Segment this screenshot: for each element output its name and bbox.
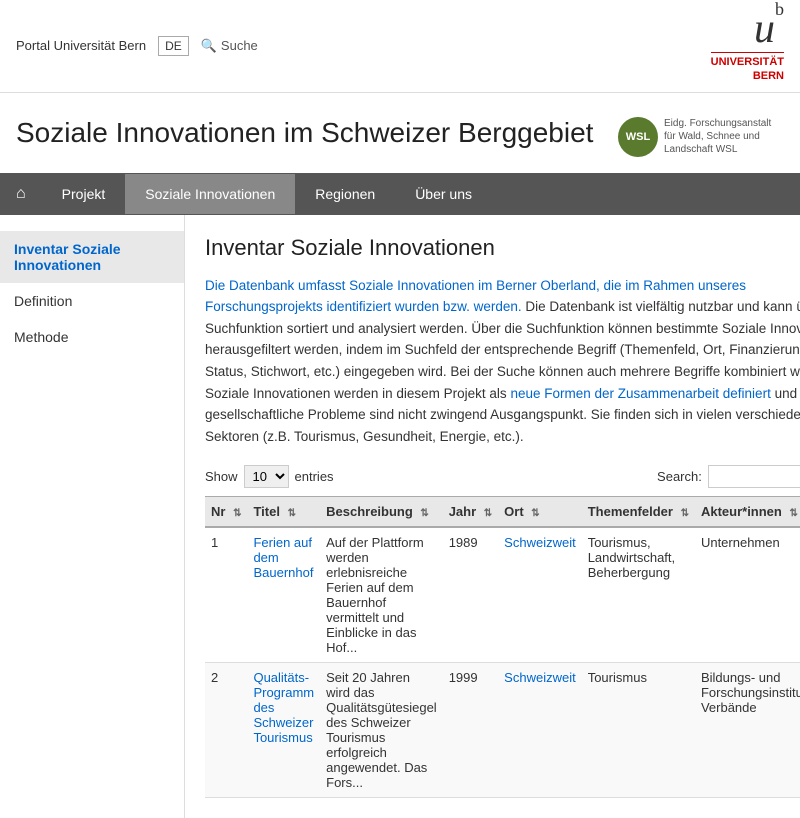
entries-label: entries: [295, 469, 334, 484]
cell-nr: 1: [205, 527, 247, 663]
col-akteur[interactable]: Akteur*innen ⇅: [695, 497, 800, 528]
portal-link[interactable]: Portal Universität Bern: [16, 38, 146, 53]
intro-paragraph: Die Datenbank umfasst Soziale Innovation…: [205, 275, 800, 448]
show-label: Show: [205, 469, 238, 484]
intro-link-2[interactable]: neue Formen der Zusammenarbeit definiert: [510, 386, 770, 401]
cell-jahr: 1989: [443, 527, 498, 663]
table-row: 1Ferien auf dem BauernhofAuf der Plattfo…: [205, 527, 800, 663]
sidebar-item-definition[interactable]: Definition: [0, 283, 184, 319]
wsl-logo: WSL Eidg. Forschungsanstalt für Wald, Sc…: [618, 117, 784, 157]
main-nav: ⌂ Projekt Soziale Innovationen Regionen …: [0, 173, 800, 215]
top-bar-right: ub UNIVERSITÄT BERN: [711, 8, 784, 84]
data-table: Nr ⇅ Titel ⇅ Beschreibung ⇅ Jahr ⇅ Ort ⇅…: [205, 496, 800, 798]
search-box: Search:: [657, 465, 800, 488]
sort-icon-themenfelder: ⇅: [681, 508, 689, 519]
cell-beschreibung: Auf der Plattform werden erlebnisreiche …: [320, 527, 443, 663]
cell-nr: 2: [205, 663, 247, 798]
page-title: Soziale Innovationen im Schweizer Bergge…: [16, 117, 593, 149]
top-bar-left: Portal Universität Bern DE 🔍 Suche: [16, 36, 711, 56]
cell-themenfelder: Tourismus, Landwirtschaft, Beherbergung: [582, 527, 695, 663]
table-header-row: Nr ⇅ Titel ⇅ Beschreibung ⇅ Jahr ⇅ Ort ⇅…: [205, 497, 800, 528]
search-input[interactable]: [708, 465, 800, 488]
col-titel[interactable]: Titel ⇅: [247, 497, 320, 528]
ub-superscript: b: [775, 0, 784, 19]
sort-icon-titel: ⇅: [288, 508, 296, 519]
sort-icon-beschreibung: ⇅: [420, 508, 428, 519]
ort-link[interactable]: Schweizweit: [504, 535, 576, 550]
cell-ort: Schweizweit: [498, 663, 582, 798]
nav-item-projekt[interactable]: Projekt: [42, 174, 126, 214]
sort-icon-ort: ⇅: [531, 508, 539, 519]
sidebar-item-methode[interactable]: Methode: [0, 319, 184, 355]
cell-beschreibung: Seit 20 Jahren wird das Qualitätsgütesie…: [320, 663, 443, 798]
table-controls: Show 10 25 50 entries Search:: [205, 465, 800, 488]
col-beschreibung[interactable]: Beschreibung ⇅: [320, 497, 443, 528]
entries-select[interactable]: 10 25 50: [244, 465, 289, 488]
nav-item-ueber-uns[interactable]: Über uns: [395, 174, 492, 214]
sort-icon-akteur: ⇅: [789, 508, 797, 519]
ub-logo: ub: [754, 8, 784, 50]
wsl-full-text: Eidg. Forschungsanstalt für Wald, Schnee…: [664, 117, 784, 156]
top-bar: Portal Universität Bern DE 🔍 Suche ub UN…: [0, 0, 800, 93]
nav-item-soziale-innovationen[interactable]: Soziale Innovationen: [125, 174, 295, 214]
university-name: UNIVERSITÄT BERN: [711, 52, 784, 84]
content-area: Inventar Soziale Innovationen Die Datenb…: [185, 215, 800, 818]
main-content: Inventar Soziale Innovationen Definition…: [0, 215, 800, 818]
sidebar-item-inventar[interactable]: Inventar Soziale Innovationen: [0, 231, 184, 283]
sort-icon-nr: ⇅: [233, 508, 241, 519]
ub-letter: u: [754, 6, 775, 52]
show-entries: Show 10 25 50 entries: [205, 465, 334, 488]
cell-themenfelder: Tourismus: [582, 663, 695, 798]
search-icon: 🔍: [201, 38, 217, 54]
search-box-label: Search:: [657, 469, 702, 484]
search-label: Suche: [221, 38, 258, 53]
cell-titel: Qualitäts-Programm des Schweizer Tourism…: [247, 663, 320, 798]
cell-akteur: Unternehmen: [695, 527, 800, 663]
titel-link[interactable]: Ferien auf dem Bauernhof: [253, 535, 313, 580]
content-title: Inventar Soziale Innovationen: [205, 235, 800, 261]
col-nr[interactable]: Nr ⇅: [205, 497, 247, 528]
sort-icon-jahr: ⇅: [484, 508, 492, 519]
cell-titel: Ferien auf dem Bauernhof: [247, 527, 320, 663]
search-area[interactable]: 🔍 Suche: [201, 38, 258, 54]
table-row: 2Qualitäts-Programm des Schweizer Touris…: [205, 663, 800, 798]
col-themenfelder[interactable]: Themenfelder ⇅: [582, 497, 695, 528]
ort-link[interactable]: Schweizweit: [504, 670, 576, 685]
wsl-circle: WSL: [618, 117, 658, 157]
cell-ort: Schweizweit: [498, 527, 582, 663]
cell-akteur: Bildungs- und Forschungsinstitutionen, V…: [695, 663, 800, 798]
col-ort[interactable]: Ort ⇅: [498, 497, 582, 528]
nav-home[interactable]: ⌂: [0, 173, 42, 215]
col-jahr[interactable]: Jahr ⇅: [443, 497, 498, 528]
hero-section: Soziale Innovationen im Schweizer Bergge…: [0, 93, 800, 173]
lang-button[interactable]: DE: [158, 36, 189, 56]
nav-item-regionen[interactable]: Regionen: [295, 174, 395, 214]
sidebar: Inventar Soziale Innovationen Definition…: [0, 215, 185, 818]
titel-link[interactable]: Qualitäts-Programm des Schweizer Tourism…: [253, 670, 314, 745]
cell-jahr: 1999: [443, 663, 498, 798]
